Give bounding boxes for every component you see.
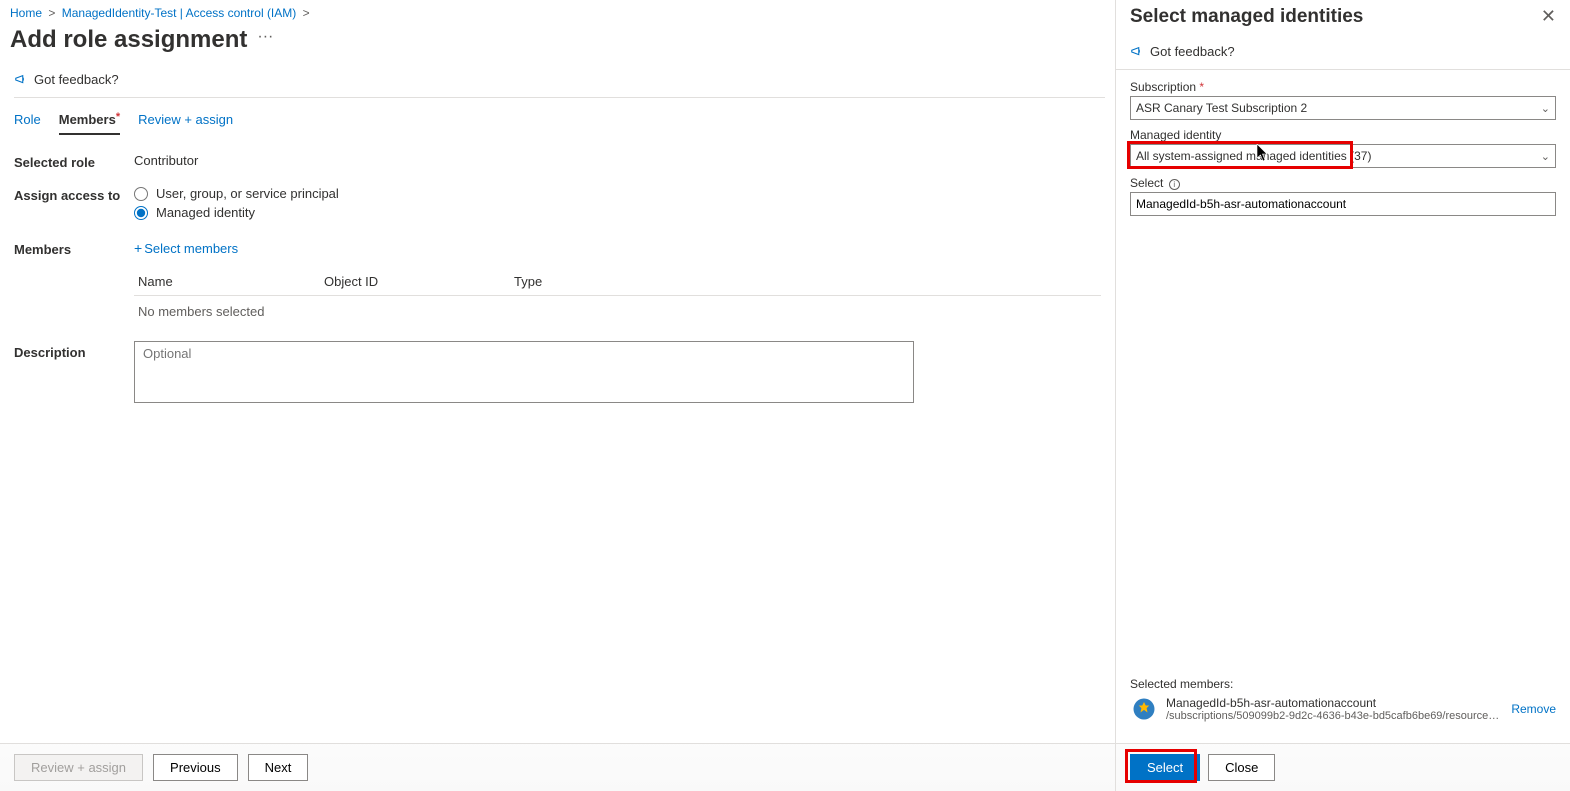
tab-review[interactable]: Review + assign bbox=[138, 108, 233, 135]
radio-mi-option[interactable]: Managed identity bbox=[134, 205, 1101, 220]
col-type: Type bbox=[514, 274, 704, 289]
radio-user-option[interactable]: User, group, or service principal bbox=[134, 186, 1101, 201]
tab-role[interactable]: Role bbox=[14, 108, 41, 135]
label-subscription: Subscription * bbox=[1130, 80, 1556, 94]
chevron-right-icon: > bbox=[303, 6, 310, 20]
previous-button[interactable]: Previous bbox=[153, 754, 238, 781]
select-button[interactable]: Select bbox=[1130, 754, 1200, 781]
chevron-right-icon: > bbox=[48, 6, 55, 20]
label-select: Select i bbox=[1130, 176, 1556, 190]
select-members-link[interactable]: + Select members bbox=[134, 240, 238, 256]
value-selected-role: Contributor bbox=[134, 153, 1101, 168]
breadcrumb-home[interactable]: Home bbox=[10, 6, 42, 20]
tabs: Role Members* Review + assign bbox=[10, 98, 1105, 135]
panel-title: Select managed identities bbox=[1130, 6, 1363, 28]
managed-identity-dropdown[interactable]: All system-assigned managed identities (… bbox=[1130, 144, 1556, 168]
select-managed-identities-panel: Select managed identities ✕ Got feedback… bbox=[1115, 0, 1570, 791]
managed-identity-value: All system-assigned managed identities (… bbox=[1136, 149, 1371, 163]
feedback-link-panel[interactable]: Got feedback? bbox=[1116, 28, 1570, 70]
feedback-link-main[interactable]: Got feedback? bbox=[14, 54, 1105, 98]
label-assign-access: Assign access to bbox=[14, 186, 134, 203]
automation-account-icon bbox=[1130, 695, 1158, 723]
label-selected-role: Selected role bbox=[14, 153, 134, 170]
select-members-label: Select members bbox=[144, 241, 238, 256]
tab-members[interactable]: Members* bbox=[59, 108, 120, 135]
info-icon[interactable]: i bbox=[1169, 179, 1180, 190]
panel-feedback-label: Got feedback? bbox=[1150, 44, 1235, 59]
subscription-value: ASR Canary Test Subscription 2 bbox=[1136, 101, 1307, 115]
radio-mi-label: Managed identity bbox=[156, 205, 255, 220]
col-object-id: Object ID bbox=[324, 274, 514, 289]
members-empty-message: No members selected bbox=[134, 296, 1101, 319]
radio-mi-input[interactable] bbox=[134, 206, 148, 220]
label-managed-identity: Managed identity bbox=[1130, 128, 1556, 142]
plus-icon: + bbox=[134, 240, 142, 256]
main-footer: Review + assign Previous Next bbox=[0, 743, 1115, 791]
select-search-input[interactable] bbox=[1130, 192, 1556, 216]
panel-footer: Select Close bbox=[1116, 743, 1570, 791]
close-button[interactable]: Close bbox=[1208, 754, 1275, 781]
more-actions-icon[interactable]: ··· bbox=[257, 28, 273, 52]
breadcrumb-resource[interactable]: ManagedIdentity-Test | Access control (I… bbox=[62, 6, 297, 20]
members-table-header: Name Object ID Type bbox=[134, 274, 1101, 296]
label-description: Description bbox=[14, 341, 134, 360]
radio-user-input[interactable] bbox=[134, 187, 148, 201]
selected-member-row: ManagedId-b5h-asr-automationaccount /sub… bbox=[1130, 695, 1556, 723]
megaphone-icon bbox=[14, 73, 28, 87]
selected-members-label: Selected members: bbox=[1130, 677, 1556, 691]
remove-member-link[interactable]: Remove bbox=[1511, 702, 1556, 716]
close-icon[interactable]: ✕ bbox=[1541, 6, 1556, 27]
selected-member-name: ManagedId-b5h-asr-automationaccount bbox=[1166, 696, 1503, 710]
chevron-down-icon: ⌄ bbox=[1541, 150, 1550, 163]
label-members: Members bbox=[14, 240, 134, 257]
col-name: Name bbox=[134, 274, 324, 289]
description-textarea[interactable] bbox=[134, 341, 914, 403]
selected-member-path: /subscriptions/509099b2-9d2c-4636-b43e-b… bbox=[1166, 710, 1503, 722]
feedback-label: Got feedback? bbox=[34, 72, 119, 87]
megaphone-icon bbox=[1130, 45, 1144, 59]
breadcrumb: Home > ManagedIdentity-Test | Access con… bbox=[10, 4, 1105, 22]
next-button[interactable]: Next bbox=[248, 754, 309, 781]
review-assign-button[interactable]: Review + assign bbox=[14, 754, 143, 781]
chevron-down-icon: ⌄ bbox=[1541, 102, 1550, 115]
subscription-dropdown[interactable]: ASR Canary Test Subscription 2 ⌄ bbox=[1130, 96, 1556, 120]
page-title: Add role assignment bbox=[10, 26, 247, 54]
radio-user-label: User, group, or service principal bbox=[156, 186, 339, 201]
